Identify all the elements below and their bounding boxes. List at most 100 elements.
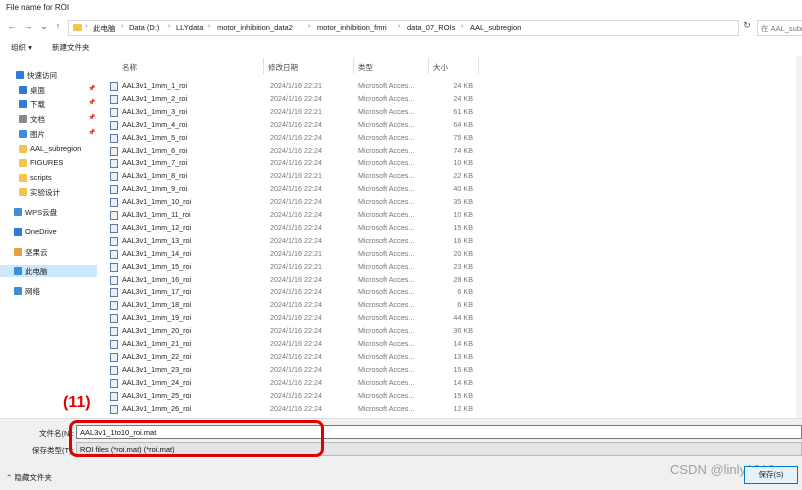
column-header-size[interactable]: 大小: [433, 62, 448, 73]
recent-locations-button[interactable]: ⌄: [38, 20, 50, 32]
file-row[interactable]: AAL3v1_1mm_5_roi 2024/1/16 22:24 Microsoft…: [103, 132, 483, 144]
chevron-right-icon: ›: [308, 23, 311, 30]
sidebar-item-label: 坚果云: [25, 248, 48, 257]
file-date: 2024/1/16 22:24: [270, 132, 322, 142]
file-row[interactable]: AAL3v1_1mm_22_roi 2024/1/16 22:24 Microsof…: [103, 351, 483, 363]
file-name: AAL3v1_1mm_9_roi: [122, 184, 188, 194]
forward-button[interactable]: →: [22, 20, 34, 32]
file-icon: [110, 365, 118, 375]
file-row[interactable]: AAL3v1_1mm_12_roi 2024/1/16 22:24 Microsof…: [103, 222, 483, 234]
file-icon: [110, 404, 118, 414]
file-row[interactable]: AAL3v1_1mm_11_roi 2024/1/16 22:24 Microsof…: [103, 209, 483, 221]
file-list: 名称 修改日期 类型 大小 AAL3v1_1mm_1_roi 2024/1/16 …: [103, 56, 802, 418]
breadcrumb-data-drive[interactable]: Data (D:): [129, 23, 159, 32]
breadcrumb-this-pc[interactable]: 此电脑: [93, 23, 116, 34]
file-type: Microsoft Acces...: [358, 106, 415, 116]
breadcrumb-aal-subregion[interactable]: AAL_subregion: [470, 23, 521, 32]
column-header-name[interactable]: 名称: [122, 62, 137, 73]
sidebar-item[interactable]: scripts: [0, 172, 97, 184]
sidebar-item[interactable]: 网络: [0, 285, 97, 297]
hide-folders-button[interactable]: ⌃ 隐藏文件夹: [6, 472, 52, 483]
sidebar-item[interactable]: 桌面 📌: [0, 84, 97, 96]
file-row[interactable]: AAL3v1_1mm_7_roi 2024/1/16 22:24 Microsoft…: [103, 157, 483, 169]
address-bar[interactable]: › 此电脑 › Data (D:) › LLYdata › motor_inhi…: [68, 20, 739, 36]
file-row[interactable]: AAL3v1_1mm_16_roi 2024/1/16 22:24 Microsof…: [103, 274, 483, 286]
refresh-button[interactable]: ↻: [741, 20, 753, 32]
vertical-scrollbar[interactable]: [796, 56, 802, 418]
title-bar: File name for ROI: [0, 0, 802, 16]
sidebar-item[interactable]: OneDrive: [0, 226, 97, 238]
file-row[interactable]: AAL3v1_1mm_25_roi 2024/1/16 22:24 Microsof…: [103, 390, 483, 402]
sidebar-item[interactable]: 实验设计: [0, 186, 97, 198]
sidebar-item[interactable]: AAL_subregion: [0, 143, 97, 155]
file-row[interactable]: AAL3v1_1mm_26_roi 2024/1/16 22:24 Microsof…: [103, 403, 483, 415]
file-type: Microsoft Acces...: [358, 351, 415, 361]
file-row[interactable]: AAL3v1_1mm_24_roi 2024/1/16 22:24 Microsof…: [103, 377, 483, 389]
new-folder-button[interactable]: 新建文件夹: [52, 42, 90, 53]
file-row[interactable]: AAL3v1_1mm_17_roi 2024/1/16 22:24 Microsof…: [103, 286, 483, 298]
column-header-type[interactable]: 类型: [358, 62, 373, 73]
pictures-icon: [19, 130, 27, 138]
file-row[interactable]: AAL3v1_1mm_14_roi 2024/1/16 22:21 Microsof…: [103, 248, 483, 260]
sidebar-item[interactable]: 文档 📌: [0, 113, 97, 125]
file-size: 6 KB: [457, 300, 473, 310]
sidebar-item[interactable]: WPS云盘: [0, 206, 97, 218]
sidebar-item[interactable]: FIGURES: [0, 157, 97, 169]
file-row[interactable]: AAL3v1_1mm_18_roi 2024/1/16 22:24 Microsof…: [103, 299, 483, 311]
file-row[interactable]: AAL3v1_1mm_20_roi 2024/1/16 22:24 Microsof…: [103, 325, 483, 337]
file-row[interactable]: AAL3v1_1mm_3_roi 2024/1/16 22:21 Microsoft…: [103, 106, 483, 118]
file-row[interactable]: AAL3v1_1mm_23_roi 2024/1/16 22:24 Microsof…: [103, 364, 483, 376]
desktop-icon: [19, 86, 27, 94]
file-name: AAL3v1_1mm_6_roi: [122, 145, 188, 155]
file-name: AAL3v1_1mm_22_roi: [122, 351, 192, 361]
file-row[interactable]: AAL3v1_1mm_2_roi 2024/1/16 22:24 Microsoft…: [103, 93, 483, 105]
back-button[interactable]: ←: [6, 20, 18, 32]
sidebar-item[interactable]: 快速访问: [0, 69, 97, 81]
file-row[interactable]: AAL3v1_1mm_10_roi 2024/1/16 22:24 Microsof…: [103, 196, 483, 208]
file-name: AAL3v1_1mm_12_roi: [122, 222, 192, 232]
breadcrumb-motor-inhibition-data2[interactable]: motor_inhibition_data2: [217, 23, 293, 32]
file-type: Microsoft Acces...: [358, 390, 415, 400]
file-name: AAL3v1_1mm_24_roi: [122, 377, 192, 387]
file-size: 16 KB: [453, 235, 473, 245]
file-name: AAL3v1_1mm_10_roi: [122, 197, 192, 207]
file-row[interactable]: AAL3v1_1mm_4_roi 2024/1/16 22:24 Microsoft…: [103, 119, 483, 131]
sidebar-item[interactable]: 此电脑: [0, 265, 97, 277]
sidebar-item[interactable]: 下载 📌: [0, 98, 97, 110]
file-size: 20 KB: [453, 248, 473, 258]
file-name: AAL3v1_1mm_15_roi: [122, 261, 192, 271]
breadcrumb-llydata[interactable]: LLYdata: [176, 23, 203, 32]
file-date: 2024/1/16 22:24: [270, 351, 322, 361]
file-row[interactable]: AAL3v1_1mm_13_roi 2024/1/16 22:24 Microsof…: [103, 235, 483, 247]
breadcrumb-motor-inhibition-fmri[interactable]: motor_inhibition_fmri: [317, 23, 387, 32]
file-row[interactable]: AAL3v1_1mm_19_roi 2024/1/16 22:24 Microsof…: [103, 312, 483, 324]
file-size: 22 KB: [453, 171, 473, 181]
search-input[interactable]: 在 AAL_subre: [757, 20, 802, 36]
file-date: 2024/1/16 22:24: [270, 364, 322, 374]
file-row[interactable]: AAL3v1_1mm_21_roi 2024/1/16 22:24 Microsof…: [103, 338, 483, 350]
save-button[interactable]: 保存(S): [744, 466, 798, 484]
file-row[interactable]: AAL3v1_1mm_9_roi 2024/1/16 22:24 Microsoft…: [103, 183, 483, 195]
column-header-date[interactable]: 修改日期: [268, 62, 298, 73]
file-row[interactable]: AAL3v1_1mm_1_roi 2024/1/16 22:21 Microsoft…: [103, 80, 483, 92]
file-type: Microsoft Acces...: [358, 222, 415, 232]
file-name: AAL3v1_1mm_17_roi: [122, 287, 192, 297]
column-divider[interactable]: [478, 58, 479, 74]
up-button[interactable]: ↑: [52, 20, 64, 32]
column-divider[interactable]: [428, 58, 429, 74]
file-type: Microsoft Acces...: [358, 93, 415, 103]
column-divider[interactable]: [263, 58, 264, 74]
file-type: Microsoft Acces...: [358, 119, 415, 129]
file-row[interactable]: AAL3v1_1mm_6_roi 2024/1/16 22:24 Microsoft…: [103, 145, 483, 157]
column-divider[interactable]: [353, 58, 354, 74]
file-size: 15 KB: [453, 364, 473, 374]
file-name: AAL3v1_1mm_11_roi: [122, 210, 191, 219]
organize-button[interactable]: 组织 ▾: [11, 42, 32, 53]
file-row[interactable]: AAL3v1_1mm_15_roi 2024/1/16 22:21 Microsof…: [103, 261, 483, 273]
file-size: 13 KB: [453, 351, 473, 361]
file-size: 15 KB: [453, 390, 473, 400]
sidebar-item[interactable]: 坚果云: [0, 246, 97, 258]
file-row[interactable]: AAL3v1_1mm_8_roi 2024/1/16 22:21 Microsoft…: [103, 170, 483, 182]
sidebar-item[interactable]: 图片 📌: [0, 128, 97, 140]
breadcrumb-data-07-rois[interactable]: data_07_ROIs: [407, 23, 455, 32]
